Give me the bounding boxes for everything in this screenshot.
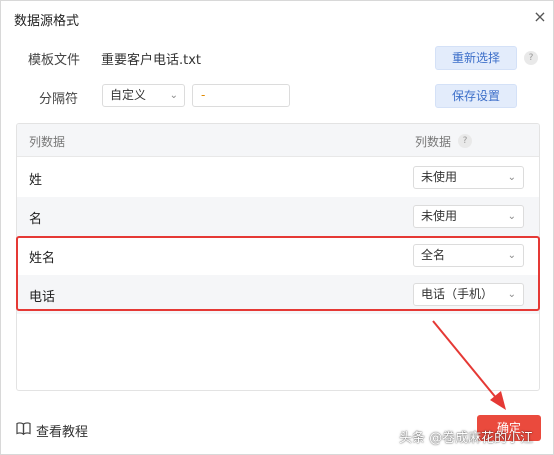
row-mapping-select[interactable]: 未使用 ⌄ — [413, 205, 524, 228]
data-source-format-dialog: 数据源格式 × 模板文件 重要客户电话.txt 重新选择 ? 分隔符 自定义 ⌄… — [0, 0, 554, 455]
row-mapping-value: 未使用 — [421, 209, 458, 223]
row-column-name: 姓名 — [29, 251, 56, 266]
chevron-down-icon: ⌄ — [507, 289, 516, 300]
table-row: 姓名 全名 ⌄ — [17, 236, 539, 275]
header-column-data-left: 列数据 — [29, 135, 66, 149]
row-mapping-select[interactable]: 未使用 ⌄ — [413, 166, 524, 189]
view-tutorial-link[interactable]: 查看教程 — [36, 421, 88, 440]
column-mapping-table: 列数据 列数据 ? 姓 未使用 ⌄ 名 未使用 ⌄ 姓名 全名 ⌄ 电话 电话（… — [16, 123, 540, 391]
watermark: 头条 @卷成麻花的小江 — [399, 431, 534, 446]
row-column-name: 电话 — [29, 290, 56, 305]
separator-label: 分隔符 — [39, 92, 79, 107]
chevron-down-icon: ⌄ — [507, 211, 516, 222]
table-row: 姓 未使用 ⌄ — [17, 158, 539, 197]
table-row: 电话 电话（手机） ⌄ — [17, 275, 539, 314]
row-mapping-select[interactable]: 全名 ⌄ — [413, 244, 524, 267]
row-column-name: 名 — [29, 212, 43, 227]
separator-select[interactable]: 自定义 ⌄ — [102, 84, 185, 107]
row-mapping-value: 电话（手机） — [421, 287, 494, 301]
chevron-down-icon: ⌄ — [169, 90, 178, 101]
title-bar: 数据源格式 × — [1, 1, 553, 35]
row-mapping-value: 未使用 — [421, 170, 458, 184]
help-icon[interactable]: ? — [524, 51, 538, 65]
dialog-title: 数据源格式 — [14, 14, 80, 29]
row-mapping-value: 全名 — [421, 248, 446, 262]
header-column-data-right: 列数据 — [415, 135, 452, 149]
row-mapping-select[interactable]: 电话（手机） ⌄ — [413, 283, 524, 306]
template-file-label: 模板文件 — [28, 53, 81, 68]
close-icon[interactable]: × — [531, 8, 549, 26]
row-column-name: 姓 — [29, 173, 43, 188]
save-settings-button[interactable]: 保存设置 — [435, 84, 517, 108]
chevron-down-icon: ⌄ — [507, 250, 516, 261]
book-icon[interactable] — [16, 422, 31, 435]
separator-input[interactable]: - — [192, 84, 290, 107]
template-file-name: 重要客户电话.txt — [101, 53, 202, 68]
help-icon[interactable]: ? — [458, 134, 472, 148]
table-row: 名 未使用 ⌄ — [17, 197, 539, 236]
reselect-button[interactable]: 重新选择 — [435, 46, 517, 70]
table-header: 列数据 列数据 ? — [17, 124, 539, 157]
separator-select-value: 自定义 — [110, 88, 147, 102]
chevron-down-icon: ⌄ — [507, 172, 516, 183]
